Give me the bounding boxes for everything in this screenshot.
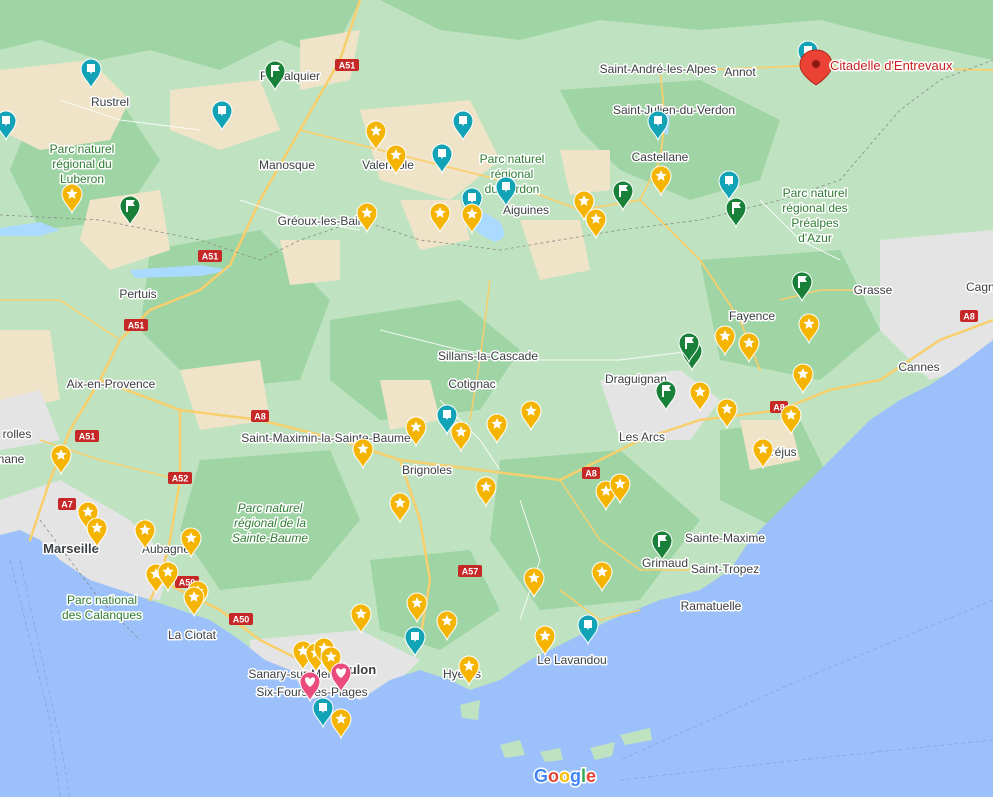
city-label-aiguines[interactable]: Aiguines — [501, 202, 550, 219]
city-label-saint-andre[interactable]: Saint-André-les-Alpes — [598, 61, 718, 78]
road-shield-label: A51 — [202, 252, 219, 262]
city-label-rustrel[interactable]: Rustrel — [89, 94, 130, 111]
city-label-draguignan[interactable]: Draguignan — [603, 371, 668, 388]
park-label-prealpes-line-0: Parc naturel — [783, 186, 848, 200]
road-shield-label: A8 — [254, 412, 266, 422]
road-shield-label: A8 — [963, 312, 975, 322]
city-label-saint-julien[interactable]: Saint-Julien-du-Verdon — [611, 102, 736, 119]
city-label-sainte-maxime[interactable]: Sainte-Maxime — [683, 530, 766, 547]
city-label-la-ciotat[interactable]: La Ciotat — [166, 627, 218, 644]
road-shield-label: A50 — [233, 615, 250, 625]
park-label-prealpes-line-2: Préalpes — [791, 216, 838, 230]
city-label-annot[interactable]: Annot — [723, 64, 758, 81]
road-shield-label: A52 — [172, 474, 189, 484]
city-label-saint-maximin[interactable]: Saint-Maximin-la-Sainte-Baume — [240, 430, 413, 447]
road-shield-a51-pertuis: A51 — [198, 250, 222, 262]
city-label-pertuis[interactable]: Pertuis — [118, 286, 158, 303]
google-logo: Google — [533, 765, 598, 788]
road-shield-a52: A52 — [168, 472, 192, 484]
park-label-sainte-baume-line-1: régional de la — [234, 516, 306, 530]
road-shield-label: A57 — [462, 567, 479, 577]
road-shield-label: A51 — [128, 321, 145, 331]
park-label-calanques-line-1: des Calanques — [62, 608, 142, 622]
city-label-saint-tropez[interactable]: Saint-Tropez — [689, 561, 760, 578]
destination-label[interactable]: Citadelle d'Entrevaux — [829, 57, 955, 75]
city-label-les-arcs[interactable]: Les Arcs — [617, 429, 666, 446]
road-shield-a51-s: A51 — [124, 319, 148, 331]
road-shield-a50-b: A50 — [229, 613, 253, 625]
park-label-prealpes-line-1: régional des — [782, 201, 847, 215]
road-shield-label: A8 — [585, 469, 597, 479]
road-shield-label: A51 — [339, 61, 356, 71]
city-label-aix[interactable]: Aix-en-Provence — [65, 376, 157, 393]
city-label-cannes[interactable]: Cannes — [897, 359, 941, 376]
city-label-grasse[interactable]: Grasse — [852, 282, 894, 299]
road-shield-label: A7 — [61, 500, 73, 510]
road-shield-a8-w: A8 — [251, 410, 269, 422]
park-label-prealpes-line-3: d'Azur — [798, 231, 832, 245]
svg-text:Google: Google — [534, 766, 596, 786]
park-label-luberon-line-1: régional du — [52, 157, 111, 171]
road-shield-a57: A57 — [458, 565, 482, 577]
park-label-calanques-line-0: Parc national — [67, 593, 137, 607]
road-shield-a8-c: A8 — [582, 467, 600, 479]
city-label-rolles[interactable]: rolles — [1, 426, 33, 443]
city-label-greoux[interactable]: Gréoux-les-Bains — [276, 213, 372, 230]
park-label-sainte-baume-line-2: Sainte-Baume — [232, 531, 308, 545]
park-label-verdon-line-0: Parc naturel — [480, 152, 545, 166]
city-label-cagnes[interactable]: Cagnes-s — [965, 279, 993, 296]
road-shield-label: A51 — [79, 432, 96, 442]
city-label-le-lavandou[interactable]: Le Lavandou — [536, 652, 608, 669]
city-label-manosque[interactable]: Manosque — [257, 157, 316, 174]
park-label-luberon-line-2: Luberon — [60, 172, 104, 186]
city-label-mane[interactable]: nane — [0, 451, 26, 468]
road-shield-a51-aix: A51 — [75, 430, 99, 442]
park-label-luberon-line-0: Parc naturel — [50, 142, 115, 156]
city-label-sillans[interactable]: Sillans-la-Cascade — [436, 348, 539, 365]
city-label-castellane[interactable]: Castellane — [630, 149, 690, 166]
city-label-fayence[interactable]: Fayence — [727, 308, 776, 325]
city-label-marseille[interactable]: Marseille — [42, 540, 101, 558]
road-shield-a7: A7 — [58, 498, 76, 510]
road-shield-a51-n: A51 — [335, 59, 359, 71]
map-canvas[interactable]: A51A51A51A51A8A8A8A8A52A7A50A50A57 Rustr… — [0, 0, 993, 797]
city-label-cotignac[interactable]: Cotignac — [447, 376, 497, 393]
road-shield-a8-far: A8 — [960, 310, 978, 322]
city-label-brignoles[interactable]: Brignoles — [400, 462, 453, 479]
park-label-sainte-baume-line-0: Parc naturel — [238, 501, 303, 515]
city-label-grimaud[interactable]: Grimaud — [640, 555, 689, 572]
city-label-ramatuelle[interactable]: Ramatuelle — [679, 598, 743, 615]
